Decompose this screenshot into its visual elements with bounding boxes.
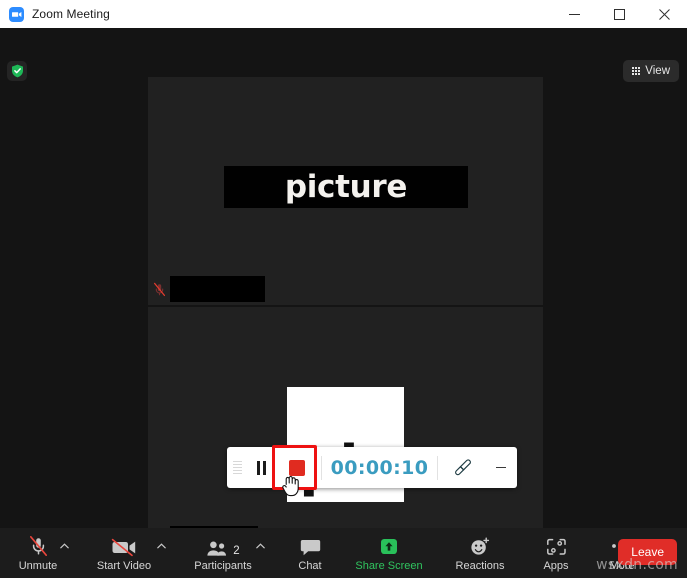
share-screen-icon xyxy=(378,535,400,557)
green-shield-check-icon[interactable] xyxy=(7,61,27,81)
stop-recording-button[interactable] xyxy=(275,447,318,488)
view-button[interactable]: View xyxy=(623,60,679,82)
apps-icon xyxy=(546,535,567,557)
chevron-up-icon xyxy=(60,543,69,549)
meeting-toolbar: Unmute Start Video 2 Participants Chat S… xyxy=(0,528,687,578)
window-close-button[interactable] xyxy=(642,0,687,28)
pause-recording-button[interactable] xyxy=(247,447,275,488)
participants-options-caret[interactable] xyxy=(254,528,267,578)
toolbar-item-start-video[interactable]: Start Video xyxy=(93,528,155,578)
chevron-up-icon xyxy=(256,543,265,549)
grid-view-icon xyxy=(632,67,641,75)
drag-handle-icon[interactable] xyxy=(227,447,247,488)
toolbar-item-participants[interactable]: 2 Participants xyxy=(192,528,254,578)
chat-bubble-icon xyxy=(300,535,321,557)
minimize-recording-bar-button[interactable] xyxy=(485,447,517,488)
paintbrush-icon xyxy=(455,459,471,476)
title-bar-left: Zoom Meeting xyxy=(0,6,552,22)
toolbar-label-chat: Chat xyxy=(298,559,322,572)
audio-options-caret[interactable] xyxy=(58,528,71,578)
toolbar-item-chat[interactable]: Chat xyxy=(289,528,331,578)
stop-record-icon xyxy=(288,459,305,476)
toolbar-label-participants: Participants xyxy=(194,559,252,572)
leave-button-label: Leave xyxy=(631,545,664,559)
participants-icon: 2 xyxy=(206,535,240,557)
zoom-camera-icon xyxy=(9,6,24,22)
window-maximize-button[interactable] xyxy=(597,0,642,28)
mic-muted-icon xyxy=(28,535,49,557)
video-options-caret[interactable] xyxy=(155,528,168,578)
participants-count: 2 xyxy=(233,544,240,557)
video-tile-bottom[interactable]: pic xyxy=(148,307,543,556)
toolbar-label-start-video: Start Video xyxy=(96,559,152,572)
recording-control-bar[interactable]: 00:00:10 xyxy=(227,447,517,488)
toolbar-item-share-screen[interactable]: Share Screen xyxy=(351,528,427,578)
video-off-icon xyxy=(111,535,137,557)
window-title: Zoom Meeting xyxy=(32,7,110,21)
minimize-icon xyxy=(496,466,506,469)
recording-timer: 00:00:10 xyxy=(330,456,429,479)
toolbar-item-reactions[interactable]: Reactions xyxy=(449,528,511,578)
picture-text-overlay: picture xyxy=(224,166,468,208)
toolbar-label-reactions: Reactions xyxy=(455,559,505,572)
toolbar-label-unmute: Unmute xyxy=(18,559,58,572)
annotate-button[interactable] xyxy=(438,447,485,488)
meeting-area: View picture pic xyxy=(0,28,687,578)
toolbar-label-share-screen: Share Screen xyxy=(355,559,423,572)
leave-meeting-button[interactable]: Leave xyxy=(618,539,677,565)
participant-name-bar-top xyxy=(153,276,265,302)
pause-icon xyxy=(256,460,266,475)
participant-name-redacted xyxy=(170,276,265,302)
mic-muted-icon xyxy=(153,282,166,297)
toolbar-label-apps: Apps xyxy=(543,559,569,572)
picture-text: picture xyxy=(284,169,408,205)
view-button-label: View xyxy=(645,65,670,77)
toolbar-item-unmute[interactable]: Unmute xyxy=(18,528,58,578)
window-minimize-button[interactable] xyxy=(552,0,597,28)
video-tile-top[interactable]: picture xyxy=(148,77,543,305)
window-title-bar: Zoom Meeting xyxy=(0,0,687,28)
chevron-up-icon xyxy=(157,543,166,549)
toolbar-item-apps[interactable]: Apps xyxy=(535,528,577,578)
reactions-icon xyxy=(469,535,491,557)
